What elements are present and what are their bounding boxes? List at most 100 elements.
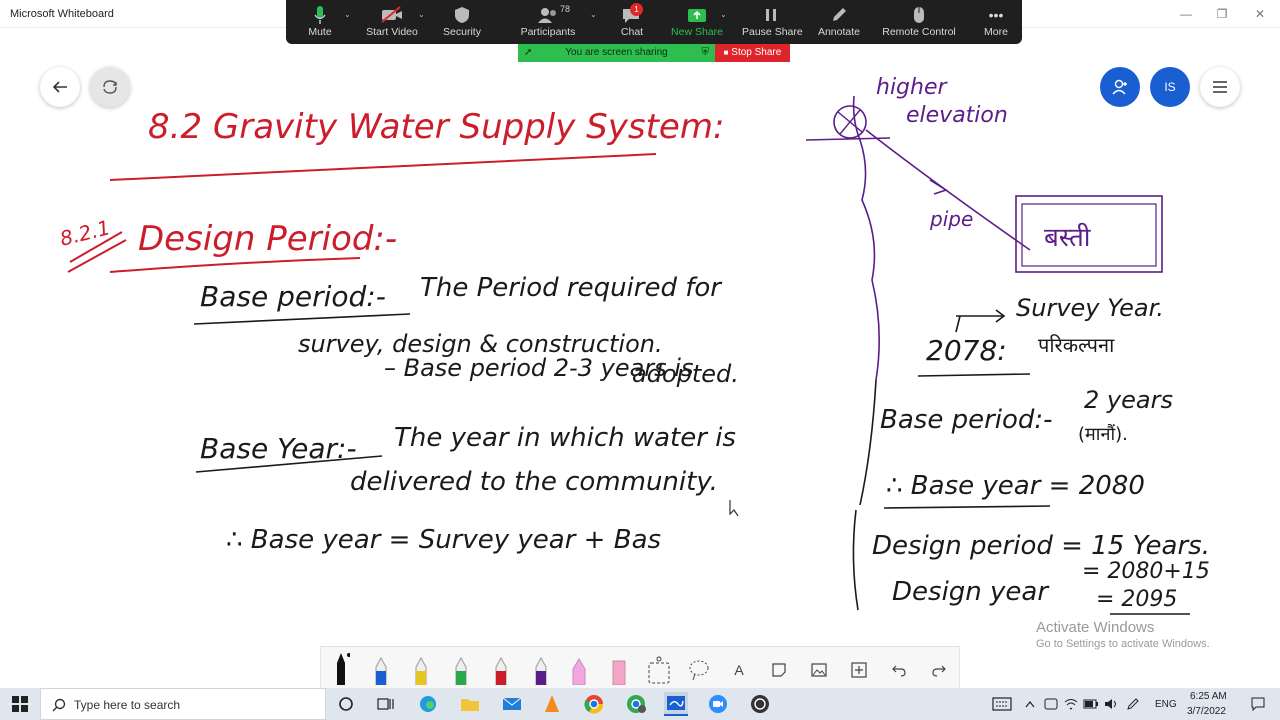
purple-pen-icon[interactable] [529,655,553,685]
pen-tray: A [320,646,960,688]
new-share-button[interactable]: New Share ⌄ [670,4,727,42]
base-year-def-1: The year in which water is [394,423,736,453]
undo-icon[interactable] [887,655,911,685]
settings-button[interactable] [90,67,130,107]
remote-control-button[interactable]: Remote Control [882,4,956,42]
blue-pen-icon[interactable] [369,655,393,685]
back-button[interactable] [40,67,80,107]
chevron-down-icon[interactable]: ⌄ [344,10,351,19]
chrome-icon[interactable] [582,692,606,716]
zoom-app-icon[interactable] [706,692,730,716]
clock-time[interactable]: 6:25 AM [1190,691,1227,702]
ex-base-period-note: (मानौं). [1078,423,1128,445]
example-bracket [852,509,859,611]
share-screen-icon [670,4,724,26]
more-icon: ••• [988,7,1004,23]
survey-year-label: Survey Year. [1016,294,1164,322]
search-icon [52,698,66,712]
notifications-icon[interactable] [1246,692,1270,716]
arrow-left-icon [52,81,67,93]
menu-button[interactable] [1200,67,1240,107]
ex-design-period: Design period = 15 Years. [872,531,1210,561]
chevron-down-icon[interactable]: ⌄ [418,10,425,19]
section-underline [109,257,361,273]
insert-icon[interactable] [847,655,871,685]
ex-base-year-underline [883,505,1051,509]
mouse-cursor-icon [729,500,739,517]
sharing-status: ➚ You are screen sharing ⛨ [518,44,715,62]
taskbar-search-box[interactable]: Type here to search [40,688,326,720]
mail-icon[interactable] [500,692,524,716]
annotate-button[interactable]: Annotate [816,4,862,42]
board-title: 8.2 Gravity Water Supply System: [148,107,724,147]
file-explorer-icon[interactable] [458,692,482,716]
start-video-button[interactable]: Start Video ⌄ [364,4,425,42]
eraser-icon[interactable] [607,655,631,685]
more-button[interactable]: ••• More [978,4,1014,42]
activate-windows-watermark: Activate Windows Go to Settings to activ… [1036,619,1210,650]
chevron-up-icon[interactable] [1022,692,1038,716]
avatar[interactable]: IS [1150,67,1190,107]
windows-logo-icon [12,696,28,712]
lasso-icon[interactable] [687,655,711,685]
survey-year-arrow [955,309,1006,333]
yellow-pen-icon[interactable] [409,655,433,685]
example-bracket-top [859,379,877,506]
pause-icon [742,4,800,26]
whiteboard-taskbar-icon[interactable] [664,692,688,716]
shield-check-icon: ⛨ [701,47,710,58]
edge-icon[interactable] [416,692,440,716]
chrome-profile-icon[interactable] [624,692,648,716]
add-person-icon [1112,79,1127,95]
base-period-def-4: adopted. [632,360,739,388]
base-period-def-1: The Period required for [420,273,723,303]
start-button[interactable] [0,688,40,720]
security-button[interactable]: Security [436,4,488,42]
meet-now-icon[interactable] [1042,692,1060,716]
microphone-icon [300,4,340,26]
screen: Microsoft Whiteboard — ❐ ✕ 8.2 Gravity W… [0,0,1280,720]
mute-button[interactable]: Mute ⌄ [300,4,351,42]
sticky-note-icon[interactable] [767,655,791,685]
participants-button[interactable]: 78 Participants ⌄ [518,4,597,42]
obs-icon[interactable] [748,692,772,716]
chevron-down-icon[interactable]: ⌄ [720,10,727,19]
green-pen-icon[interactable] [449,655,473,685]
ruler-icon[interactable] [647,655,671,685]
black-pen-icon[interactable] [329,649,353,687]
volume-icon[interactable] [1102,692,1120,716]
stop-share-button[interactable]: ■ Stop Share [715,44,790,62]
image-icon[interactable] [807,655,831,685]
shield-icon [436,4,488,26]
chat-button[interactable]: 1 Chat [612,3,652,42]
chat-badge: 1 [630,3,643,16]
zoom-toolbar: Mute ⌄ Start Video ⌄ Security 78 Partici… [286,0,1022,44]
vlc-icon[interactable] [540,692,564,716]
base-period-underline [193,313,411,325]
ex-base-year: ∴ Base year = 2080 [886,471,1145,501]
highlighter-icon[interactable] [567,655,591,685]
formula: ∴ Base year = Survey year + Bas [226,525,661,555]
cortana-icon[interactable] [334,692,358,716]
text-icon[interactable]: A [727,655,751,685]
pen-settings-icon[interactable] [1124,692,1142,716]
pause-share-button[interactable]: Pause Share [742,4,803,42]
base-year-def-2: delivered to the community. [350,467,718,497]
battery-icon[interactable] [1082,692,1100,716]
stop-icon: ■ [723,48,729,57]
ex-design-year-result: = 2095 [1096,587,1177,612]
keyboard-icon[interactable] [990,692,1014,716]
chevron-down-icon[interactable]: ⌄ [590,10,597,19]
language-indicator[interactable]: ENG [1155,699,1177,710]
whiteboard-canvas[interactable]: 8.2 Gravity Water Supply System: 8.2.1 D… [0,0,1280,720]
red-pen-icon[interactable] [489,655,513,685]
pipe-line [865,129,1031,251]
title-underline [109,153,657,181]
clock-date[interactable]: 3/7/2022 [1187,706,1226,717]
community-box-label: बस्ती [1044,222,1092,253]
invite-button[interactable] [1100,67,1140,107]
wifi-icon[interactable] [1062,692,1080,716]
redo-icon[interactable] [927,655,951,685]
sync-icon [103,80,117,94]
task-view-icon[interactable] [374,692,398,716]
